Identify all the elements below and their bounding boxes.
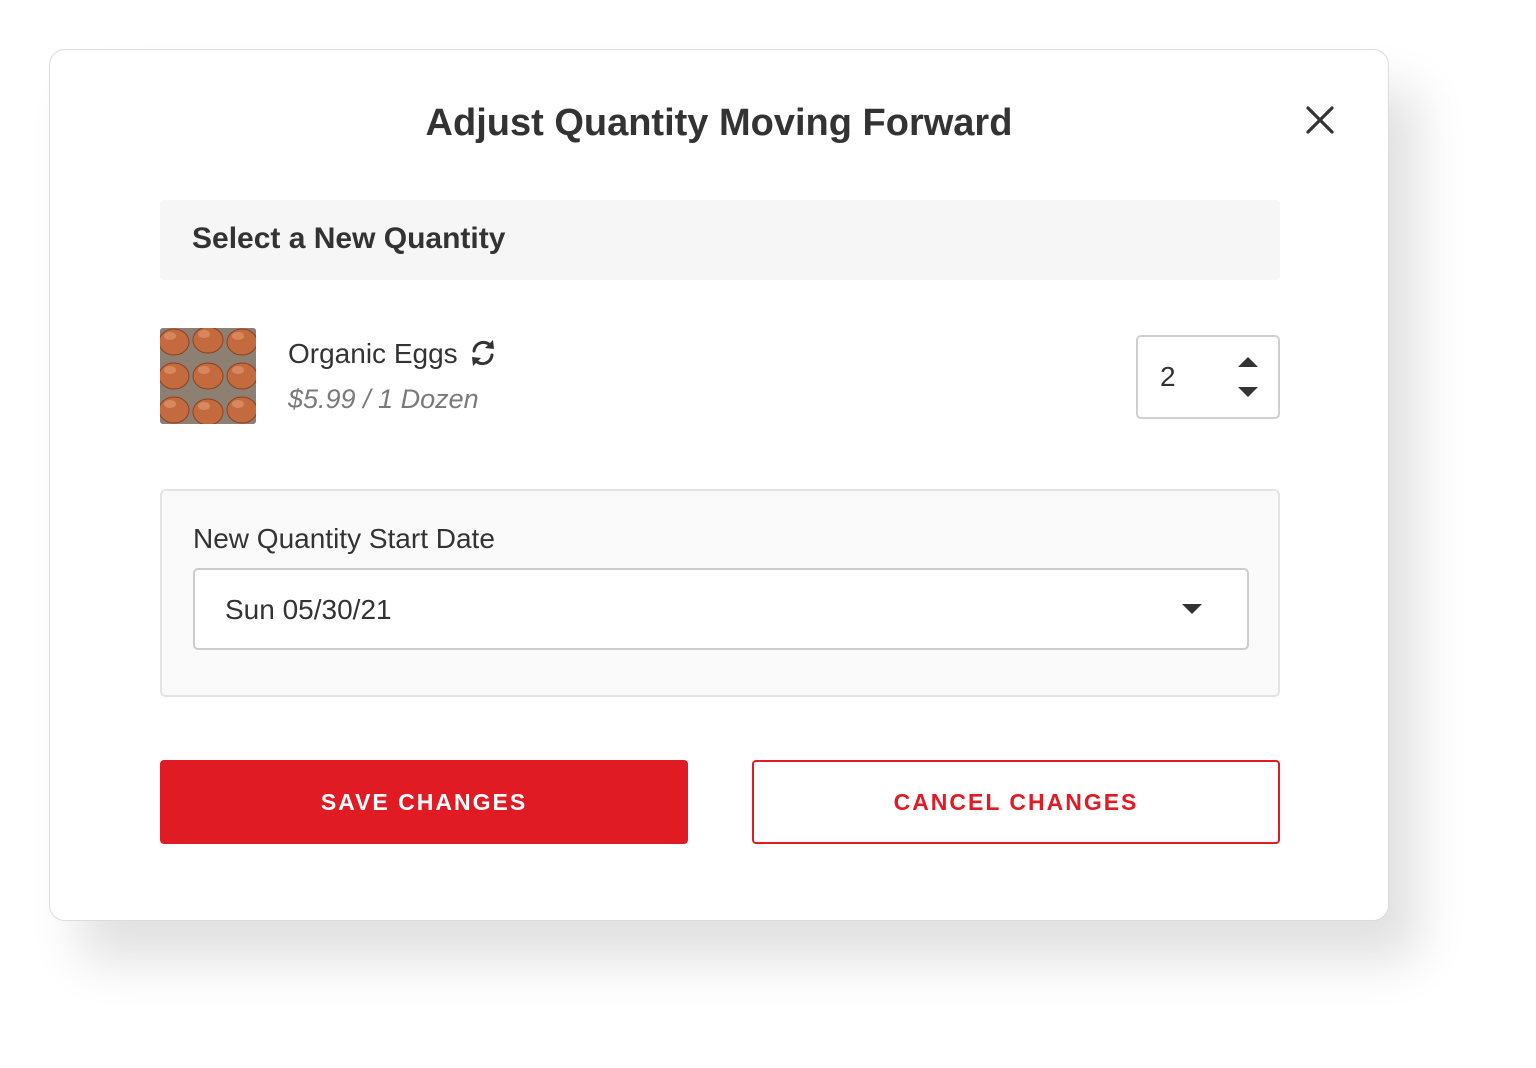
product-image <box>160 328 256 424</box>
caret-down-icon <box>1238 387 1258 397</box>
eggs-photo-icon <box>160 328 256 424</box>
start-date-panel: New Quantity Start Date Sun 05/30/21 <box>160 489 1280 697</box>
start-date-value: Sun 05/30/21 <box>225 594 392 625</box>
quantity-decrement-button[interactable] <box>1236 383 1260 401</box>
quantity-increment-button[interactable] <box>1236 353 1260 371</box>
save-button[interactable]: SAVE CHANGES <box>160 760 688 844</box>
adjust-quantity-modal: Adjust Quantity Moving Forward Select a … <box>49 49 1389 921</box>
section-header-label: Select a New Quantity <box>192 222 506 255</box>
quantity-stepper[interactable]: 2 <box>1136 335 1280 419</box>
chevron-down-icon <box>1182 604 1202 614</box>
quantity-value[interactable]: 2 <box>1160 361 1176 393</box>
close-button[interactable] <box>1300 100 1340 140</box>
product-price: $5.99 / 1 Dozen <box>288 384 479 414</box>
refresh-icon <box>466 336 500 370</box>
caret-up-icon <box>1238 357 1258 367</box>
product-name: Organic Eggs <box>288 338 458 369</box>
modal-title: Adjust Quantity Moving Forward <box>425 102 1013 144</box>
start-date-select[interactable]: Sun 05/30/21 <box>193 568 1249 650</box>
close-icon <box>1306 106 1334 134</box>
start-date-label: New Quantity Start Date <box>193 523 495 554</box>
section-header: Select a New Quantity <box>160 200 1280 280</box>
cancel-button[interactable]: CANCEL CHANGES <box>752 760 1280 844</box>
